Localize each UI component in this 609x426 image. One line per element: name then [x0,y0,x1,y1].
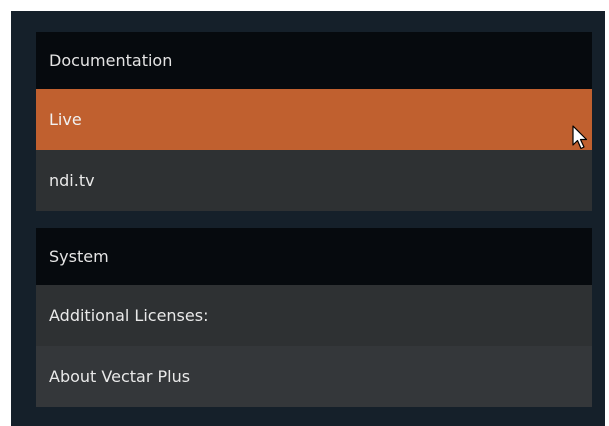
system-header: System [36,228,592,285]
menu-item-ndi-tv[interactable]: ndi.tv [36,150,592,211]
menu-item-live[interactable]: Live [36,89,592,150]
menu-item-about-vectar-plus[interactable]: About Vectar Plus [36,346,592,407]
documentation-header: Documentation [36,32,592,89]
system-section: System Additional Licenses: About Vectar… [36,228,592,407]
documentation-section: Documentation Live ndi.tv [36,32,592,211]
settings-panel: Documentation Live ndi.tv System Additio… [11,11,605,426]
menu-item-additional-licenses[interactable]: Additional Licenses: [36,285,592,346]
